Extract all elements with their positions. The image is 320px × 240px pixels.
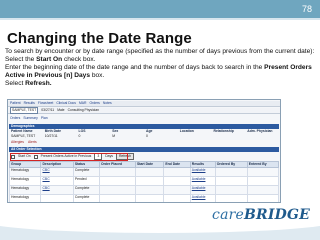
- cell: 0: [78, 134, 81, 139]
- cell: [98, 194, 136, 202]
- step-2: Enter the beginning date of the date ran…: [5, 64, 317, 80]
- cell: [98, 185, 136, 195]
- cell: [98, 167, 136, 177]
- alerts-link[interactable]: Alerts: [28, 140, 37, 144]
- order-link[interactable]: CBC: [40, 176, 74, 186]
- app-nav-bar: Patient Results Flowsheet Clinical Docs …: [8, 101, 280, 107]
- carebridge-logo: careBRIDGE: [212, 206, 310, 223]
- cell: [214, 176, 248, 186]
- cell: Hematology: [8, 194, 42, 202]
- order-link[interactable]: [40, 194, 74, 202]
- intro-paragraph: To search by encounter or by date range …: [5, 48, 315, 55]
- page-number: 78: [301, 4, 312, 14]
- bottom-swoosh: [0, 207, 320, 240]
- step-2-prefix: Enter the beginning date of the date ran…: [5, 64, 265, 72]
- cell: [134, 167, 165, 177]
- cell: [134, 185, 165, 195]
- cell: [246, 176, 280, 186]
- step-3: Select Refresh.: [5, 80, 317, 88]
- nav-item[interactable]: Notes: [103, 101, 112, 105]
- step-3-bold: Refresh.: [25, 80, 52, 88]
- cell: SAMPLE, TEST: [11, 134, 36, 139]
- cell: [163, 194, 191, 202]
- cell: Pended: [72, 176, 100, 186]
- order-selection-header: All Order Selection: [9, 147, 279, 152]
- step-3-prefix: Select: [5, 80, 26, 88]
- top-banner: 78: [0, 0, 320, 20]
- step-1: Select the Start On check box.: [5, 56, 317, 64]
- logo-bridge: BRIDGE: [244, 207, 310, 223]
- table-row[interactable]: Hematology CBC Complete Available: [8, 185, 280, 195]
- column-header: Relationship: [213, 129, 234, 134]
- cell: [134, 194, 165, 202]
- order-link[interactable]: CBC: [40, 167, 74, 177]
- cell: [163, 176, 191, 186]
- column-header: Adm. Physician: [247, 129, 273, 134]
- step-2-suffix: box.: [90, 72, 105, 80]
- orders-table: Group Description Status Order Placed St…: [8, 161, 280, 202]
- nav-item[interactable]: MAR: [79, 101, 87, 105]
- cell: Hematology: [8, 185, 42, 195]
- cell: [246, 185, 280, 195]
- cell: [214, 167, 248, 177]
- patient-bar: SAMPLE, TEST 03/27/11 Male Consulting Ph…: [8, 107, 280, 114]
- sub-nav-item[interactable]: Orders: [10, 116, 20, 120]
- results-link[interactable]: Available: [189, 176, 216, 186]
- date-range-highlight: [10, 152, 128, 161]
- table-row[interactable]: Hematology Complete Available: [8, 194, 280, 202]
- nav-item[interactable]: Clinical Docs: [56, 101, 76, 105]
- sub-nav-item[interactable]: Summary: [23, 116, 38, 120]
- cell: Complete: [72, 167, 100, 177]
- cell: [246, 167, 280, 177]
- cell: [214, 185, 248, 195]
- cell: Hematology: [8, 167, 42, 177]
- column-header: Sex: [112, 129, 119, 134]
- cell: Complete: [72, 185, 100, 195]
- logo-care: care: [212, 207, 245, 223]
- cell: [214, 194, 248, 202]
- cell: [134, 176, 165, 186]
- order-link[interactable]: CBC: [40, 185, 74, 195]
- cell: [163, 185, 191, 195]
- cell: M: [112, 134, 116, 139]
- cell: [163, 167, 191, 177]
- results-link[interactable]: Available: [189, 194, 216, 202]
- results-link[interactable]: Available: [189, 185, 216, 195]
- table-row[interactable]: Hematology CBC Pended Available: [8, 176, 280, 186]
- nav-item[interactable]: Orders: [90, 101, 100, 105]
- cell: Hematology: [8, 176, 42, 186]
- app-screenshot: Patient Results Flowsheet Clinical Docs …: [7, 99, 281, 203]
- step-1-bold: Start On: [36, 56, 63, 64]
- demographics-table: Patient Name Birth Date LOS Sex Age Loca…: [9, 129, 279, 139]
- column-header: Birth Date: [44, 129, 61, 134]
- alerts-row: Allergies Alerts: [9, 140, 279, 145]
- cell: Complete: [72, 194, 100, 202]
- instructions: To search by encounter or by date range …: [5, 48, 317, 88]
- demographics-values: SAMPLE, TEST 10/27/11 0 M 0: [9, 134, 279, 139]
- column-header: Age: [146, 129, 153, 134]
- slide-title: Changing the Date Range: [7, 30, 192, 47]
- cell: [246, 194, 280, 202]
- results-link[interactable]: Available: [189, 167, 216, 177]
- step-1-suffix: check box.: [62, 56, 96, 64]
- cell: 0: [146, 134, 148, 139]
- sub-nav-item[interactable]: Plan: [41, 116, 48, 120]
- column-header: Patient Name: [11, 129, 33, 134]
- patient-info: Consulting Physician: [67, 108, 100, 113]
- column-header: LOS: [78, 129, 86, 134]
- nav-item[interactable]: Patient: [10, 101, 21, 105]
- nav-item[interactable]: Flowsheet: [38, 101, 53, 105]
- cell: [98, 176, 136, 186]
- nav-item[interactable]: Results: [24, 101, 35, 105]
- allergies-link[interactable]: Allergies: [11, 140, 24, 144]
- step-1-prefix: Select the: [5, 56, 37, 64]
- demographics-columns: Patient Name Birth Date LOS Sex Age Loca…: [9, 129, 279, 134]
- table-row[interactable]: Hematology CBC Complete Available: [8, 167, 280, 177]
- sub-nav: Orders Summary Plan: [8, 115, 280, 121]
- cell: 10/27/11: [44, 134, 58, 139]
- patient-select[interactable]: SAMPLE, TEST: [10, 107, 39, 114]
- patient-info: Male: [57, 108, 65, 113]
- column-header: Location: [179, 129, 194, 134]
- patient-info: 03/27/11: [41, 108, 55, 113]
